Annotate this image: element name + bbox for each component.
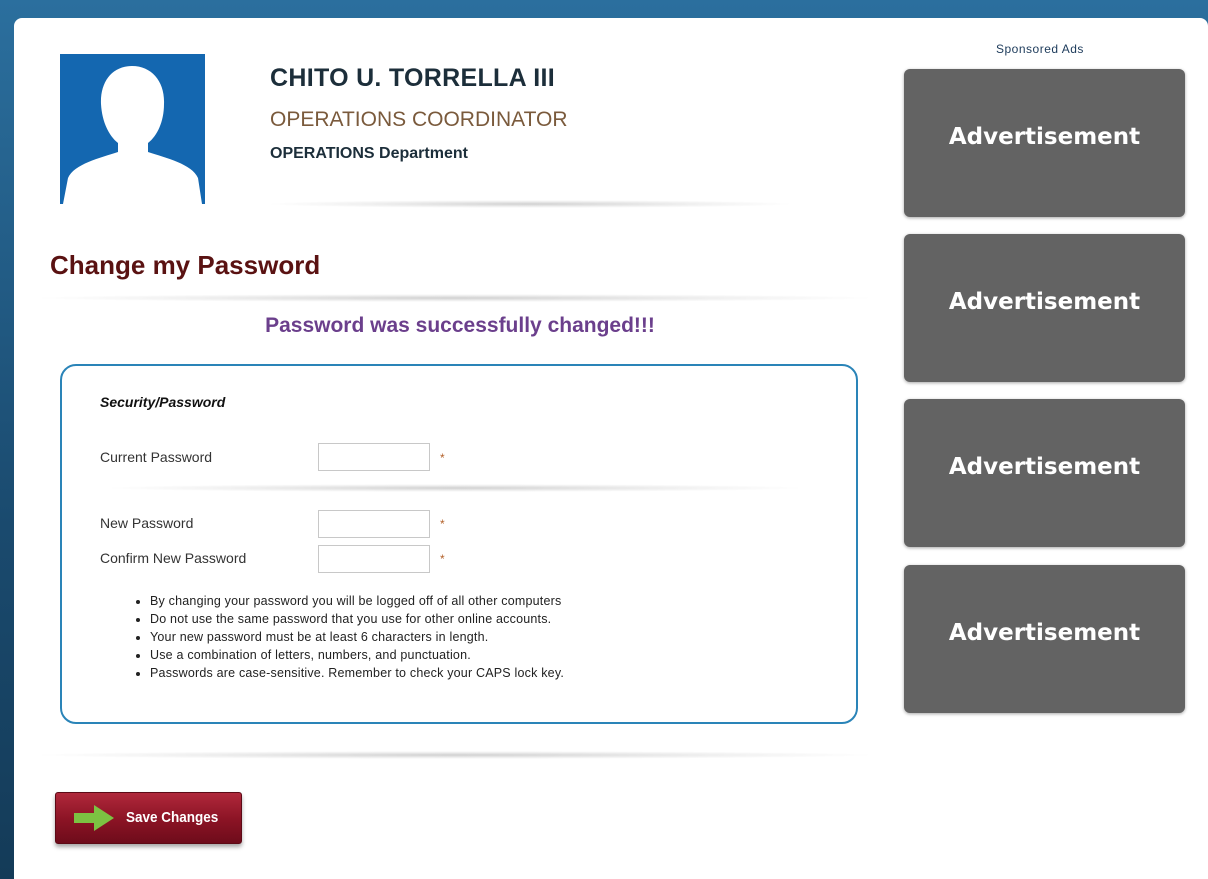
user-department: OPERATIONS Department — [270, 145, 468, 162]
advertisement-slot[interactable]: Advertisement — [904, 234, 1185, 382]
rule-item: By changing your password you will be lo… — [150, 592, 564, 610]
confirm-password-input[interactable] — [318, 545, 430, 573]
save-changes-button[interactable]: Save Changes — [55, 792, 242, 844]
form-divider — [110, 484, 800, 492]
user-silhouette-icon — [63, 66, 202, 204]
new-password-input[interactable] — [318, 510, 430, 538]
rule-item: Your new password must be at least 6 cha… — [150, 628, 564, 646]
user-name: CHITO U. TORRELLA III — [270, 64, 556, 92]
green-arrow-icon — [74, 805, 114, 831]
rule-item: Do not use the same password that you us… — [150, 610, 564, 628]
password-rules-list: By changing your password you will be lo… — [132, 592, 564, 682]
rule-item: Use a combination of letters, numbers, a… — [150, 646, 564, 664]
confirm-password-label: Confirm New Password — [100, 550, 247, 566]
rule-item: Passwords are case-sensitive. Remember t… — [150, 664, 564, 682]
title-divider — [40, 294, 870, 302]
new-password-required-mark: * — [440, 517, 445, 531]
success-message: Password was successfully changed!!! — [265, 314, 655, 337]
advertisement-text: Advertisement — [948, 289, 1141, 315]
advertisement-text: Advertisement — [948, 124, 1141, 150]
advertisement-slot[interactable]: Advertisement — [904, 399, 1185, 547]
section-label: Security/Password — [100, 394, 226, 410]
confirm-password-required-mark: * — [440, 552, 445, 566]
current-password-label: Current Password — [100, 449, 213, 465]
advertisement-slot[interactable]: Advertisement — [904, 565, 1185, 713]
page-title: Change my Password — [50, 250, 321, 280]
user-position: OPERATIONS COORDINATOR — [270, 108, 568, 131]
form-bottom-divider — [40, 751, 870, 759]
sponsored-ads-label: Sponsored Ads — [996, 42, 1084, 56]
advertisement-text: Advertisement — [948, 454, 1141, 480]
new-password-label: New Password — [100, 515, 194, 531]
advertisement-slot[interactable]: Advertisement — [904, 69, 1185, 217]
header-divider — [270, 200, 790, 208]
user-avatar — [60, 54, 205, 204]
current-password-required-mark: * — [440, 451, 445, 465]
current-password-input[interactable] — [318, 443, 430, 471]
advertisement-text: Advertisement — [948, 620, 1141, 646]
save-changes-label: Save Changes — [126, 809, 219, 826]
